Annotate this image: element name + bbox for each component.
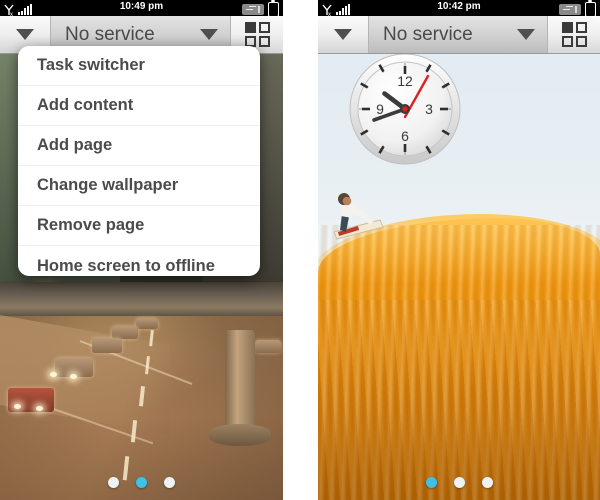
chevron-down-icon: [334, 29, 352, 40]
menu-item-home-screen-to-offline[interactable]: Home screen to offline: [18, 246, 260, 276]
page-dot[interactable]: [481, 477, 493, 488]
wallpaper-overpass: [0, 282, 283, 316]
battery-icon: [268, 0, 279, 17]
phone-screen-left: x 10:49 pm No service Task switcher Add …: [0, 0, 283, 500]
clock-numeral-3: 3: [425, 101, 433, 117]
battery-icon: [585, 0, 596, 17]
page-indicator-dots[interactable]: [318, 477, 600, 488]
wallpaper-headlight: [50, 372, 57, 377]
page-dot[interactable]: [108, 477, 119, 488]
menu-item-change-wallpaper[interactable]: Change wallpaper: [18, 166, 260, 206]
page-indicator-dots[interactable]: [0, 477, 283, 488]
operator-label: No service: [65, 23, 155, 45]
wallpaper-car: [136, 318, 158, 329]
wallpaper-car: [92, 338, 122, 353]
home-screen-context-menu[interactable]: Task switcher Add content Add page Chang…: [18, 46, 260, 276]
page-dot[interactable]: [453, 477, 465, 488]
menu-item-add-page[interactable]: Add page: [18, 126, 260, 166]
analog-clock-widget[interactable]: 12 3 6 9: [348, 52, 462, 166]
page-dot-active[interactable]: [136, 477, 147, 488]
phone-screen-right: 12 3 6 9 x 10:42 pm No service: [318, 0, 600, 500]
app-grid-icon: [244, 22, 270, 47]
status-bar: x 10:42 pm: [318, 0, 600, 18]
wallpaper-car: [255, 340, 281, 353]
svg-text:x: x: [10, 12, 13, 16]
app-grid-icon: [561, 22, 587, 47]
sandboarder-figure-icon: [324, 192, 396, 254]
operator-selector[interactable]: No service: [369, 16, 548, 53]
header-dropdown-button[interactable]: [318, 16, 369, 53]
desert-dune-sandboarder-wallpaper: 12 3 6 9: [318, 0, 600, 500]
svg-text:x: x: [328, 12, 331, 16]
menu-item-remove-page[interactable]: Remove page: [18, 206, 260, 246]
clock-numeral-12: 12: [397, 73, 413, 89]
app-grid-button[interactable]: [548, 16, 600, 53]
operator-label: No service: [383, 23, 473, 45]
status-bar: x 10:49 pm: [0, 0, 283, 18]
chevron-down-icon: [200, 29, 218, 40]
page-dot-active[interactable]: [425, 477, 437, 488]
page-dot[interactable]: [164, 477, 175, 488]
screenshot-stage: x 10:49 pm No service Task switcher Add …: [0, 0, 600, 500]
status-bar-clock: 10:42 pm: [437, 1, 481, 12]
status-bar-right-icons: [559, 0, 596, 17]
wallpaper-headlight: [14, 404, 21, 409]
wallpaper-headlight: [36, 406, 43, 411]
home-screen-header-bar: No service: [318, 16, 600, 54]
chevron-down-icon: [16, 29, 34, 40]
clock-numeral-6: 6: [401, 128, 409, 144]
menu-item-add-content[interactable]: Add content: [18, 86, 260, 126]
status-bar-clock: 10:49 pm: [119, 1, 164, 12]
wallpaper-headlight: [70, 374, 77, 379]
status-badge-icon: [559, 4, 581, 15]
wallpaper-pillar-base: [209, 424, 271, 446]
clock-numeral-9: 9: [376, 101, 384, 117]
chevron-down-icon: [517, 29, 535, 40]
status-badge-icon: [242, 4, 264, 15]
status-bar-right-icons: [242, 0, 279, 17]
menu-item-task-switcher[interactable]: Task switcher: [18, 46, 260, 86]
